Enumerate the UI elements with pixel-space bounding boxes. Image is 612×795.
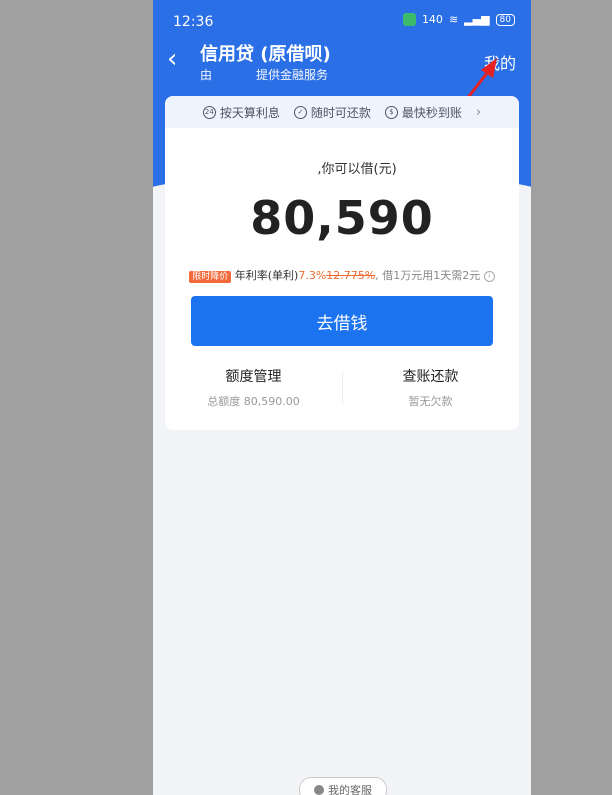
page-title: 信用贷 (原借呗) xyxy=(200,44,331,65)
bill-label: 查账还款 xyxy=(402,369,459,385)
rate-tip: , 借1万元用1天需2元 xyxy=(375,269,481,282)
bill-repayment[interactable]: 查账还款 暂无欠款 xyxy=(342,366,519,416)
net-speed: 140 xyxy=(421,13,443,26)
feature-bar[interactable]: 24 按天算利息 ✓ 随时可还款 $ 最快秒到账 › xyxy=(165,96,519,128)
status-bar: 12:36 140 ≋ ▂▄▆ 80 xyxy=(153,0,531,36)
quota-total: 总额度 80,590.00 xyxy=(207,395,300,408)
feature-label: 按天算利息 xyxy=(219,105,280,120)
rate-old: 12.775% xyxy=(326,269,376,282)
bill-status: 暂无欠款 xyxy=(408,395,453,408)
subtitle-suffix: 提供金融服务 xyxy=(256,68,329,82)
service-label: 我的客服 xyxy=(328,784,372,795)
borrow-button[interactable]: 去借钱 xyxy=(191,296,493,346)
can-borrow-label: ,你可以借(元) xyxy=(317,162,397,177)
feature-label: 随时可还款 xyxy=(310,105,371,120)
clock-24-icon: 24 xyxy=(202,105,216,119)
wifi-icon: ≋ xyxy=(448,13,459,26)
feature-repay-anytime: ✓ 随时可还款 xyxy=(293,104,371,121)
phone-screen: 12:36 140 ≋ ▂▄▆ 80 ‹ 信用贷 (原借呗) 由 提供金融服务 我… xyxy=(153,0,531,795)
back-icon[interactable]: ‹ xyxy=(167,46,177,72)
rate-new: 7.3% xyxy=(298,269,327,282)
shield-check-icon: ✓ xyxy=(293,105,307,119)
rate-tag: 限时降价 xyxy=(189,271,232,283)
info-icon[interactable]: i xyxy=(483,270,495,282)
quota-management[interactable]: 额度管理 总额度 80,590.00 xyxy=(165,366,342,416)
page-subtitle: 由 提供金融服务 xyxy=(200,66,328,83)
chevron-right-icon: › xyxy=(475,104,482,120)
loan-card: 24 按天算利息 ✓ 随时可还款 $ 最快秒到账 › ,你可以借(元) 80,5… xyxy=(165,96,519,430)
app-notification-icon xyxy=(402,13,416,26)
rate-label: 年利率(单利) xyxy=(234,269,299,282)
customer-service-button[interactable]: 我的客服 xyxy=(299,777,387,795)
feature-label: 最快秒到账 xyxy=(401,105,462,120)
status-icons: 140 ≋ ▂▄▆ 80 xyxy=(402,13,515,26)
subtitle-prefix: 由 xyxy=(200,68,213,82)
feature-fast-arrival: $ 最快秒到账 xyxy=(384,104,462,121)
quota-label: 额度管理 xyxy=(225,369,282,385)
signal-icon: ▂▄▆ xyxy=(464,13,490,26)
service-icon xyxy=(314,785,324,795)
rate-line: 限时降价 年利率(单利)7.3%12.775%, 借1万元用1天需2元 i xyxy=(165,267,519,283)
battery-icon: 80 xyxy=(495,13,515,26)
money-icon: $ xyxy=(384,105,398,119)
feature-daily-interest: 24 按天算利息 xyxy=(202,104,280,121)
loan-amount: 80,590 xyxy=(250,191,434,245)
divider xyxy=(342,372,343,404)
status-time: 12:36 xyxy=(173,14,214,30)
